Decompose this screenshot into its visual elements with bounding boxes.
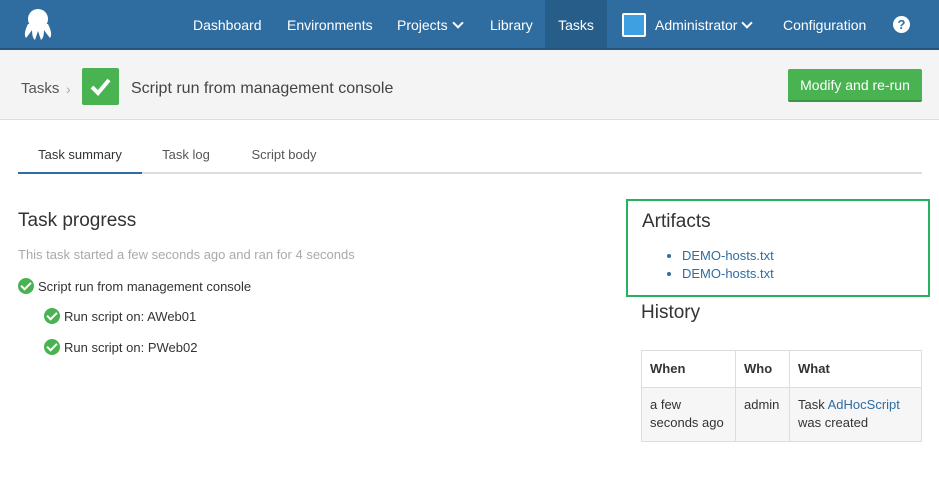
adhocscript-link[interactable]: AdHocScript (828, 397, 900, 412)
step-label: Script run from management console (38, 279, 252, 294)
breadcrumb-separator: › (66, 81, 71, 97)
avatar[interactable] (622, 13, 646, 37)
task-progress-summary: This task started a few seconds ago and … (18, 247, 355, 262)
tab-script-body[interactable]: Script body (246, 140, 322, 174)
artifacts-panel: Artifacts DEMO-hosts.txt DEMO-hosts.txt (626, 199, 930, 297)
table-row: a few seconds ago admin Task AdHocScript w… (641, 387, 922, 442)
task-progress-heading: Task progress (18, 210, 137, 231)
artifact-link[interactable]: DEMO-hosts.txt (682, 247, 774, 265)
nav-dashboard[interactable]: Dashboard (193, 0, 262, 48)
tab-task-log[interactable]: Task log (154, 140, 218, 174)
help-icon[interactable]: ? (893, 16, 910, 33)
chevron-down-icon (451, 17, 464, 29)
success-status-icon (82, 68, 119, 105)
cell-who: admin (735, 387, 790, 442)
history-table: When Who What a few seconds ago admin Tas… (641, 350, 922, 442)
nav-tasks[interactable]: Tasks (545, 0, 607, 48)
when-line-1: a few (650, 397, 682, 412)
what-suffix: was created (798, 415, 869, 430)
artifacts-heading: Artifacts (642, 211, 711, 232)
title-bar: Tasks › Script run from management conso… (0, 50, 939, 120)
nav-administrator[interactable]: Administrator (655, 0, 754, 48)
tab-task-summary[interactable]: Task summary (18, 140, 142, 174)
top-nav: Dashboard Environments Projects Library … (0, 0, 939, 50)
step-pweb02[interactable]: Run script on: PWeb02 (44, 339, 197, 355)
column-header: What (789, 350, 922, 388)
nav-library[interactable]: Library (490, 0, 533, 48)
artifacts-list: DEMO-hosts.txt DEMO-hosts.txt (668, 247, 774, 283)
octopus-logo-icon[interactable] (20, 6, 56, 42)
nav-administrator-label: Administrator (655, 17, 738, 33)
column-header: When (641, 350, 736, 388)
breadcrumb-tasks[interactable]: Tasks (21, 80, 59, 97)
nav-configuration[interactable]: Configuration (783, 0, 866, 48)
nav-projects-label: Projects (397, 17, 448, 33)
step-root[interactable]: Script run from management console (18, 278, 251, 294)
step-label: Run script on: PWeb02 (64, 340, 198, 355)
check-circle-icon (44, 339, 60, 355)
check-circle-icon (44, 308, 60, 324)
tab-bar: Task summary Task log Script body (18, 140, 922, 174)
column-header: Who (735, 350, 790, 388)
step-label: Run script on: AWeb01 (64, 309, 197, 324)
when-line-2: seconds ago (650, 415, 724, 430)
table-header-row: When Who What (641, 350, 922, 388)
modify-and-rerun-button[interactable]: Modify and re-run (788, 69, 922, 102)
history-heading: History (641, 302, 701, 323)
artifact-link[interactable]: DEMO-hosts.txt (682, 265, 774, 283)
cell-when: a few seconds ago (641, 387, 736, 442)
step-aweb01[interactable]: Run script on: AWeb01 (44, 308, 196, 324)
cell-what: Task AdHocScript was created (789, 387, 922, 442)
nav-environments[interactable]: Environments (287, 0, 373, 48)
check-circle-icon (18, 278, 34, 294)
nav-projects[interactable]: Projects (397, 0, 464, 48)
page-title: Script run from management console (131, 80, 394, 97)
chevron-down-icon (741, 17, 754, 29)
what-prefix: Task (798, 397, 825, 412)
